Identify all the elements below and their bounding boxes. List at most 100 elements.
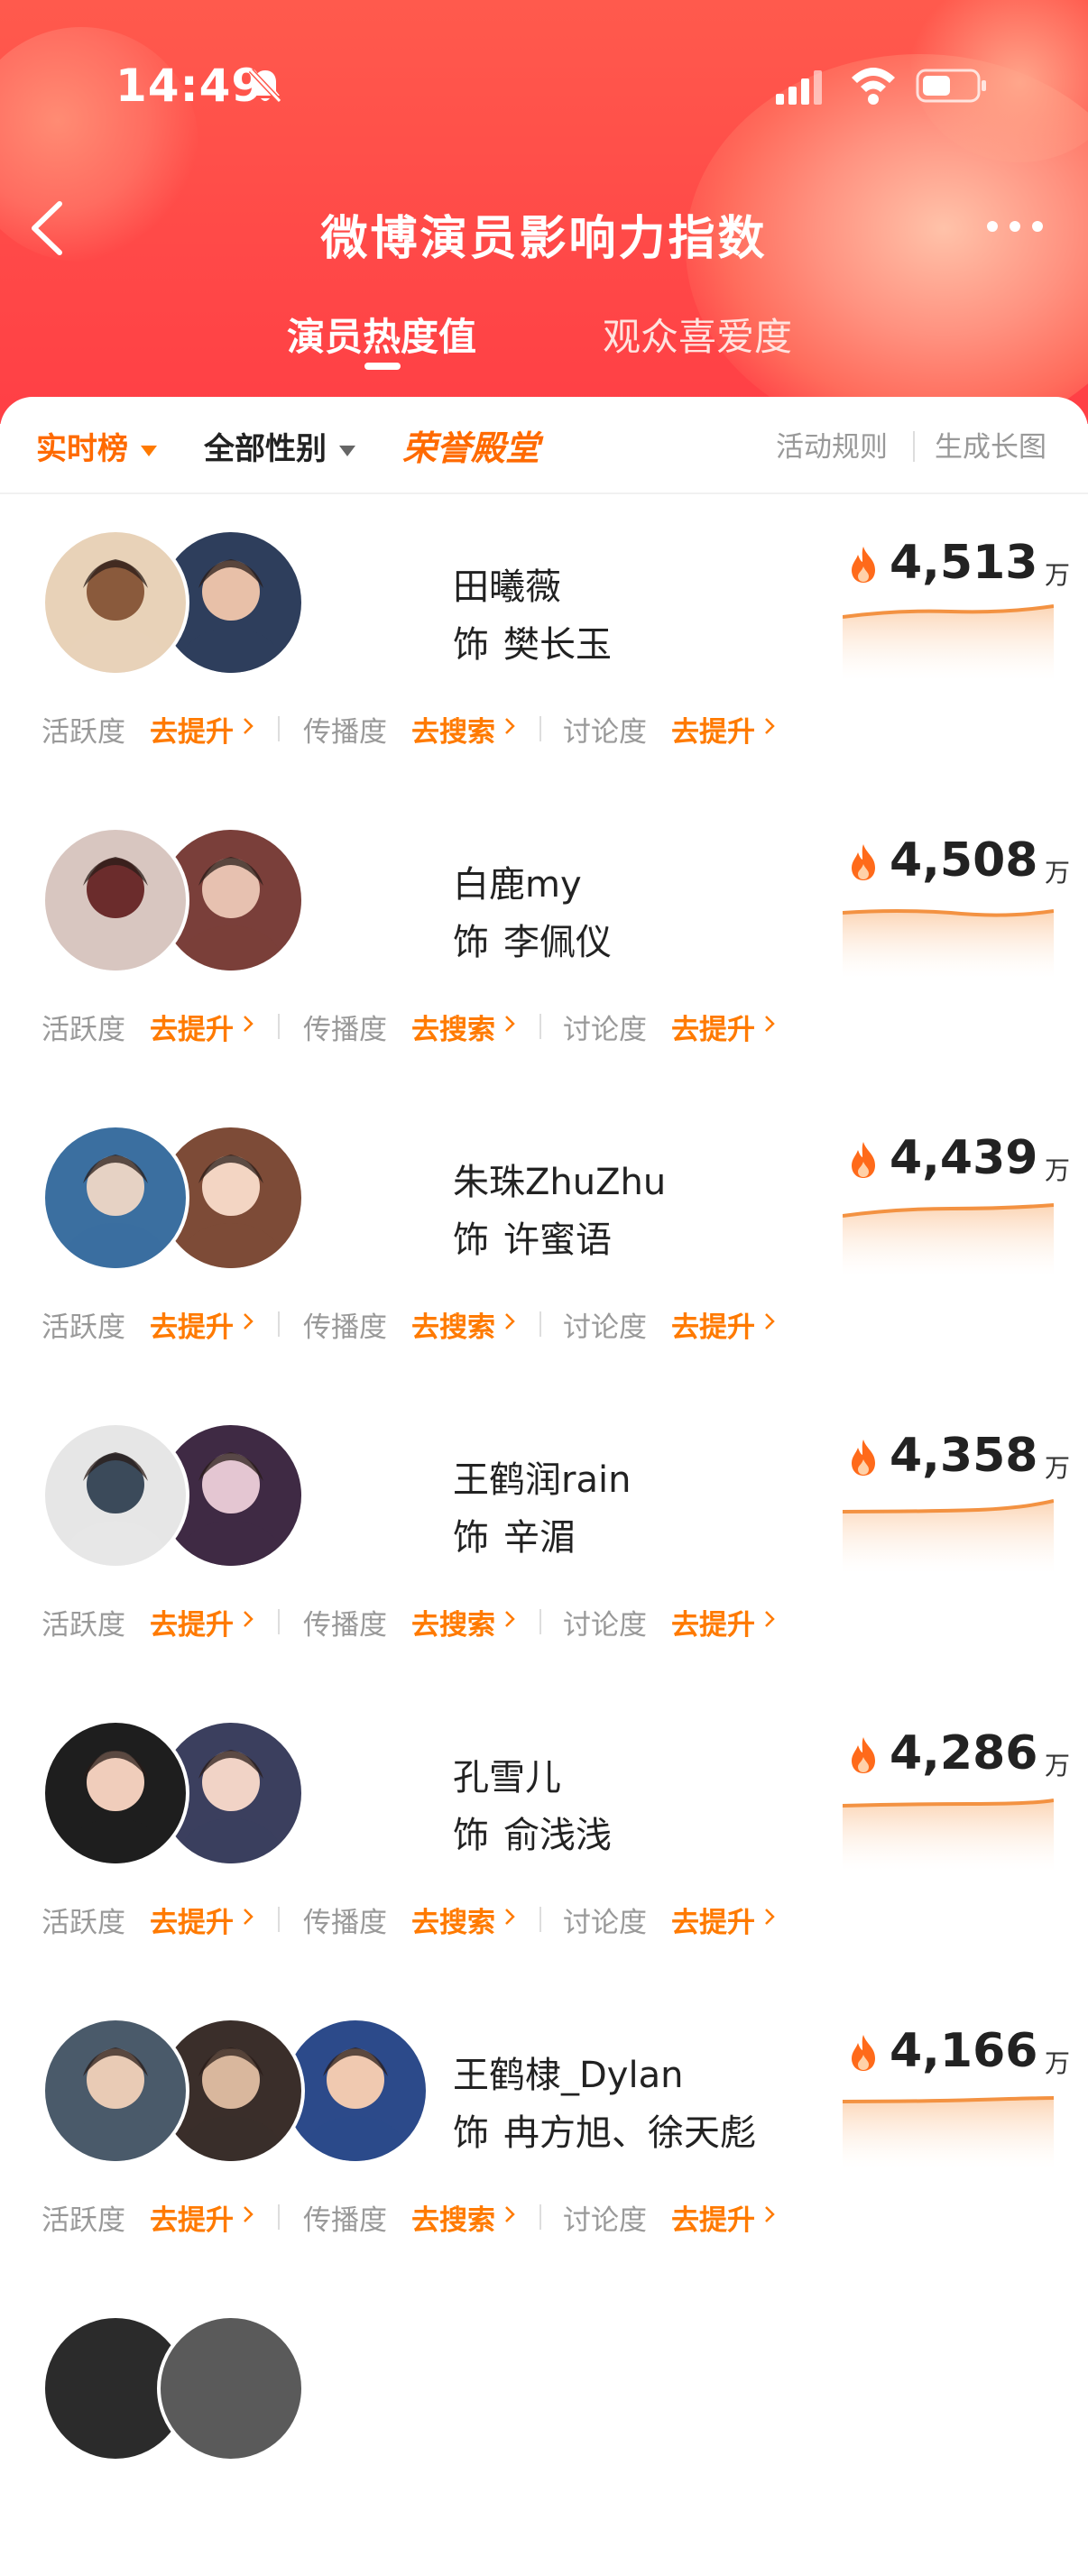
more-options-icon[interactable]	[983, 213, 1047, 240]
metrics-bar: 活跃度 去提升 传播度 去搜索 讨论度 去提升	[41, 1602, 1034, 1642]
role-prefix: 饰	[453, 1815, 489, 1856]
gender-dropdown[interactable]: 全部性别	[204, 424, 355, 468]
ranking-row[interactable]: 孔雪儿饰俞浅浅 4,286 万 活跃度 去提升 传播度 去搜索 讨论度 去提升	[0, 1683, 1088, 1981]
metrics-bar: 活跃度 去提升 传播度 去搜索 讨论度 去提升	[41, 1304, 1034, 1344]
realtime-rank-dropdown[interactable]: 实时榜	[36, 424, 157, 468]
actor-name[interactable]: 孔雪儿	[453, 1748, 561, 1800]
divider	[539, 1014, 541, 1039]
heat-score: 4,508 万	[848, 833, 1070, 888]
boost-activity-button[interactable]: 去提升	[150, 1900, 234, 1940]
actor-name[interactable]: 王鹤润rain	[453, 1450, 631, 1503]
search-spread-button[interactable]: 去搜索	[411, 1304, 495, 1345]
divider	[539, 1609, 541, 1634]
chevron-right-icon	[765, 2206, 775, 2222]
avatar[interactable]	[41, 2017, 189, 2165]
spread-label: 传播度	[303, 2204, 387, 2237]
role-prefix: 饰	[453, 2112, 489, 2154]
divider	[278, 2204, 280, 2230]
role-prefix: 饰	[453, 1219, 489, 1261]
chevron-right-icon	[244, 2206, 254, 2222]
boost-activity-button[interactable]: 去提升	[150, 1007, 234, 1047]
tab-audience-favor[interactable]: 观众喜爱度	[603, 307, 792, 362]
divider	[278, 1311, 280, 1337]
chevron-right-icon	[505, 1611, 515, 1627]
boost-activity-button[interactable]: 去提升	[150, 1304, 234, 1345]
role-line: 饰樊长玉	[453, 615, 612, 667]
chevron-right-icon	[244, 1313, 254, 1329]
actor-name[interactable]: 田曦薇	[453, 557, 561, 610]
role-name: 辛湄	[503, 1517, 576, 1559]
boost-discussion-button[interactable]: 去提升	[671, 1602, 755, 1642]
avatar[interactable]	[41, 529, 189, 676]
role-name: 冉方旭、徐天彪	[503, 2112, 756, 2154]
avatar[interactable]	[157, 2314, 305, 2462]
boost-discussion-button[interactable]: 去提升	[671, 1304, 755, 1345]
boost-activity-button[interactable]: 去提升	[150, 1602, 234, 1642]
divider	[539, 1907, 541, 1932]
chevron-right-icon	[244, 1611, 254, 1627]
ranking-row[interactable]: 朱珠ZhuZhu 饰许蜜语 4,439 万 活跃度 去提升 传播度 去搜索 讨论度…	[0, 1088, 1088, 1385]
heat-score-value: 4,166	[890, 2024, 1038, 2078]
search-spread-button[interactable]: 去搜索	[411, 1900, 495, 1940]
chevron-right-icon	[505, 718, 515, 734]
ranking-row[interactable]: 白鹿my 饰李佩仪 4,508 万 活跃度 去提升 传播度 去搜索 讨论度 去提升	[0, 790, 1088, 1088]
ranking-row[interactable]: 王鹤棣_Dylan 饰冉方旭、徐天彪 4,166 万 活跃度 去提升 传播度 去搜…	[0, 1981, 1088, 2278]
tab-actor-heat[interactable]: 演员热度值	[287, 307, 476, 362]
activity-label: 活跃度	[41, 1311, 125, 1344]
divider	[539, 2204, 541, 2230]
activity-label: 活跃度	[41, 1014, 125, 1046]
avatar[interactable]	[41, 1421, 189, 1569]
activity-rules-link[interactable]: 活动规则	[776, 424, 888, 465]
flame-icon	[852, 844, 875, 880]
actor-name[interactable]: 白鹿my	[453, 855, 582, 907]
avatar[interactable]	[41, 1719, 189, 1867]
gender-label: 全部性别	[204, 431, 327, 467]
discussion-label: 讨论度	[563, 2204, 647, 2237]
metrics-bar: 活跃度 去提升 传播度 去搜索 讨论度 去提升	[41, 2197, 1034, 2237]
actor-name[interactable]: 朱珠ZhuZhu	[453, 1153, 666, 1205]
search-spread-button[interactable]: 去搜索	[411, 1602, 495, 1642]
role-line: 饰辛湄	[453, 1508, 576, 1560]
discussion-label: 讨论度	[563, 1311, 647, 1344]
chevron-right-icon	[244, 718, 254, 734]
search-spread-button[interactable]: 去搜索	[411, 2197, 495, 2238]
spread-label: 传播度	[303, 1609, 387, 1642]
discussion-label: 讨论度	[563, 716, 647, 749]
wifi-icon	[852, 68, 895, 105]
actor-name[interactable]: 王鹤棣_Dylan	[453, 2046, 683, 2098]
filter-bar: 实时榜 全部性别 荣誉殿堂 活动规则 生成长图	[0, 397, 1088, 494]
role-name: 俞浅浅	[503, 1815, 612, 1856]
ranking-row[interactable]: 田曦薇饰樊长玉 4,513 万 活跃度 去提升 传播度 去搜索 讨论度 去提升	[0, 492, 1088, 790]
chevron-right-icon	[505, 1313, 515, 1329]
heat-score: 4,513 万	[848, 536, 1070, 590]
bell-off-icon	[248, 68, 282, 104]
boost-activity-button[interactable]: 去提升	[150, 709, 234, 750]
divider	[278, 1907, 280, 1932]
spread-label: 传播度	[303, 716, 387, 749]
heat-score-unit: 万	[1045, 858, 1071, 888]
boost-discussion-button[interactable]: 去提升	[671, 1900, 755, 1940]
activity-label: 活跃度	[41, 1907, 125, 1939]
hall-of-fame-link[interactable]: 荣誉殿堂	[402, 420, 539, 470]
boost-discussion-button[interactable]: 去提升	[671, 2197, 755, 2238]
spread-label: 传播度	[303, 1907, 387, 1939]
generate-long-image-link[interactable]: 生成长图	[935, 424, 1047, 465]
trend-sparkline	[843, 604, 1054, 680]
boost-discussion-button[interactable]: 去提升	[671, 709, 755, 750]
chevron-right-icon	[765, 1313, 775, 1329]
search-spread-button[interactable]: 去搜索	[411, 1007, 495, 1047]
avatar[interactable]	[41, 1124, 189, 1272]
ranking-row[interactable]: 王鹤润rain 饰辛湄 4,358 万 活跃度 去提升 传播度 去搜索 讨论度 去…	[0, 1385, 1088, 1683]
boost-discussion-button[interactable]: 去提升	[671, 1007, 755, 1047]
flame-icon	[852, 1142, 875, 1178]
avatar[interactable]	[41, 826, 189, 974]
ranking-row-partial[interactable]	[0, 2278, 1088, 2576]
role-line: 饰冉方旭、徐天彪	[453, 2103, 756, 2156]
chevron-right-icon	[765, 1611, 775, 1627]
search-spread-button[interactable]: 去搜索	[411, 709, 495, 750]
boost-activity-button[interactable]: 去提升	[150, 2197, 234, 2238]
role-line: 饰许蜜语	[453, 1210, 612, 1263]
divider	[278, 1609, 280, 1634]
activity-label: 活跃度	[41, 1609, 125, 1642]
dropdown-arrow-icon	[339, 445, 355, 456]
